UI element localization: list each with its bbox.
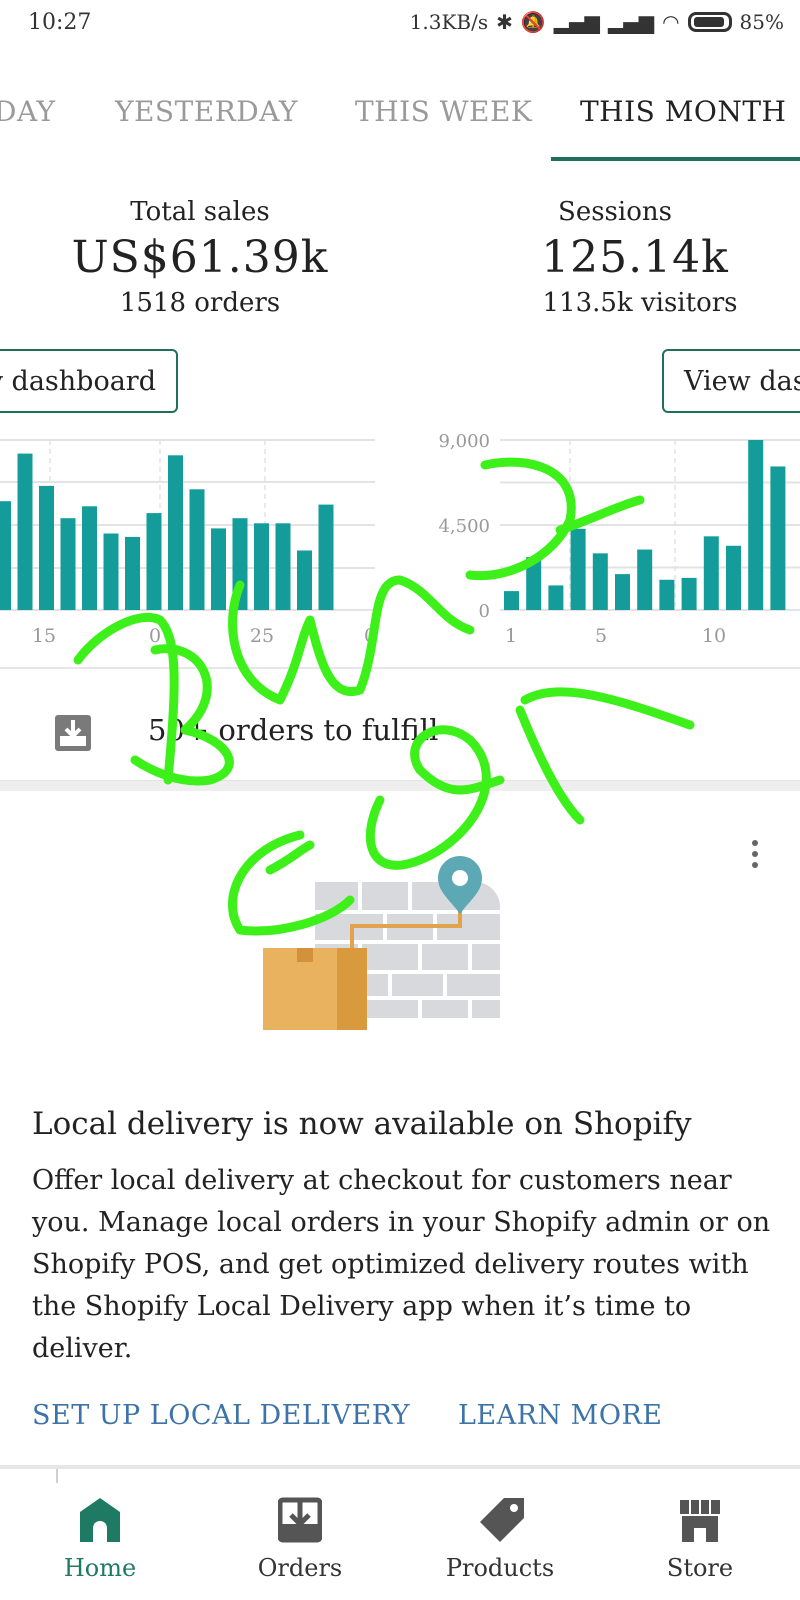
sessions-chart-y-axis: 9,000 4,500 0 [438,431,490,622]
sales-bar [39,485,54,610]
set-up-local-delivery-link[interactable]: SET UP LOCAL DELIVERY [32,1400,410,1431]
sessions-bar [703,536,719,610]
sales-bar [211,528,226,610]
sessions-label: Sessions [558,197,672,227]
sales-x-tick: 15 [32,625,56,647]
sessions-y-tick: 4,500 [438,516,490,537]
sessions-bar [659,579,675,610]
nav-orders[interactable]: Orders [200,1484,400,1600]
sessions-x-tick: 5 [595,625,607,647]
local-delivery-illustration [263,856,500,1030]
sales-bar [232,518,248,610]
battery-icon [687,12,732,32]
total-sales-value: US$61.39k [71,232,329,283]
bluetooth-icon: ✱ [496,10,513,34]
sessions-bar [504,591,519,610]
tab-yesterday[interactable]: YESTERDAY [115,95,298,128]
sessions-bar [726,545,741,610]
sales-bar [146,513,162,610]
sales-x-tick: 0 [364,625,376,647]
sessions-y-tick: 0 [479,601,490,622]
sessions-bar [681,577,697,610]
sales-bar [254,523,269,610]
sessions-chart: 9,0004,5000 1 5 10 [438,431,800,647]
nav-store[interactable]: Store [600,1484,800,1600]
sales-bar [275,523,291,610]
total-sales-label: Total sales [130,197,270,227]
learn-more-link[interactable]: LEARN MORE [458,1400,663,1431]
nav-products[interactable]: Products [400,1484,600,1600]
nav-home[interactable]: Home [0,1484,200,1600]
inbox-download-icon [55,715,91,751]
home-icon [80,1498,120,1542]
sales-bar [82,506,97,610]
status-bar: 10:27 1.3KB/s ✱ 🔕 ▂▄▆ ▂▄▆ ◠ 85% [0,0,800,50]
sessions-y-tick: 9,000 [438,431,490,452]
battery-percent: 85% [739,10,784,34]
sessions-x-tick: 10 [702,625,726,647]
sales-x-tick: 0 [149,625,161,647]
status-time: 10:27 [28,10,92,35]
store-icon [680,1500,720,1542]
section-divider [0,780,800,791]
sessions-bar [548,585,564,610]
sessions-value: 125.14k [541,232,729,283]
view-dashboard-button[interactable]: v dashboard [0,349,178,413]
sales-bar [297,550,312,610]
sales-bar [125,536,140,610]
period-tabs: DAY YESTERDAY THIS WEEK THIS MONTH [0,70,800,162]
signal-icon: ▂▄▆ [553,10,600,34]
card-title: Local delivery is now available on Shopi… [32,1106,692,1142]
view-dashboard-button-2[interactable]: View das [662,349,800,413]
sales-bar [168,455,183,610]
orders-inbox-icon [278,1497,322,1543]
sales-x-tick: 25 [250,625,274,647]
status-indicators: 1.3KB/s ✱ 🔕 ▂▄▆ ▂▄▆ ◠ 85% [410,10,784,34]
signal-icon-2: ▂▄▆ [607,10,655,34]
sessions-bar [637,549,653,610]
network-speed: 1.3KB/s [409,10,489,34]
sessions-bar [770,466,786,610]
nav-store-label: Store [666,1554,734,1582]
nav-home-label: Home [63,1554,137,1582]
tab-this-month[interactable]: THIS MONTH [580,95,786,128]
nav-products-label: Products [445,1554,555,1582]
bottom-navigation: Home Orders Products Store [0,1484,800,1600]
tab-today[interactable]: DAY [0,95,56,128]
card-body: Offer local delivery at checkout for cus… [32,1165,771,1364]
sales-bar [17,453,33,610]
sessions-bar [748,440,764,610]
tab-this-week[interactable]: THIS WEEK [355,95,532,128]
orders-count: 1518 orders [119,288,281,318]
sessions-bar [570,528,586,610]
sales-bar [0,501,11,610]
sessions-bar [615,574,630,610]
sessions-x-tick: 1 [505,625,517,647]
nav-orders-label: Orders [257,1554,343,1582]
scroll-edge [56,1469,58,1483]
sessions-chart-x-axis: 1 5 10 [505,625,726,647]
sales-bar [103,533,119,610]
tag-icon [480,1498,524,1542]
bell-muted-icon: 🔕 [520,10,546,34]
more-options-icon[interactable] [750,840,760,868]
visitors-count: 113.5k visitors [542,288,738,318]
sales-bar [60,518,76,610]
orders-to-fulfill-text: 50+ orders to fulfill [148,713,439,747]
sales-bar [318,504,334,610]
sessions-bar [526,557,542,610]
sessions-bar [592,553,608,610]
wifi-icon: ◠ [662,10,680,34]
sales-bar [189,489,205,610]
active-tab-indicator [551,157,800,161]
bottom-nav-separator [0,1465,800,1469]
